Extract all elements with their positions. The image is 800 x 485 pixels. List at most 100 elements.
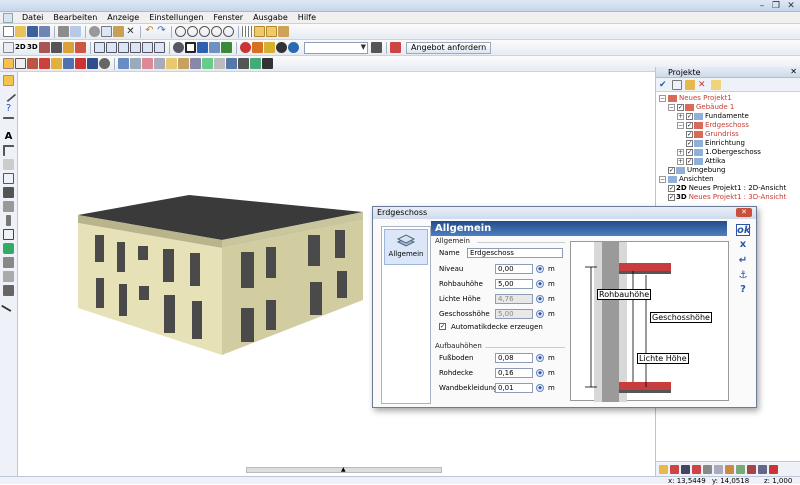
layers-icon[interactable] xyxy=(197,42,208,53)
grid-icon[interactable] xyxy=(242,26,253,37)
tree-expander-icon[interactable]: − xyxy=(677,122,684,129)
undo-icon[interactable]: ↶ xyxy=(144,26,155,37)
tree-item[interactable]: ✓ Umgebung xyxy=(668,166,725,175)
dimension-icon[interactable] xyxy=(130,58,141,69)
menu-bearbeiten[interactable]: Bearbeiten xyxy=(48,12,102,24)
window-tool-icon[interactable] xyxy=(39,58,50,69)
apply-button[interactable]: ↵ xyxy=(736,255,750,267)
properties-icon[interactable] xyxy=(711,79,721,90)
frame-tool-icon[interactable] xyxy=(3,229,14,240)
view-icon[interactable] xyxy=(3,42,14,53)
name-field[interactable]: Erdgeschoss xyxy=(467,248,563,258)
polyline-tool-icon[interactable] xyxy=(3,201,14,212)
stamp-tool-icon[interactable] xyxy=(3,271,14,282)
ortho-icon[interactable] xyxy=(266,26,277,37)
wand-icon[interactable] xyxy=(39,42,50,53)
tree-item[interactable]: ✓ Einrichtung xyxy=(686,139,745,148)
close-icon[interactable]: ✕ xyxy=(785,1,797,11)
menu-ausgabe[interactable]: Ausgabe xyxy=(248,12,293,24)
text-tool-button[interactable]: A xyxy=(0,131,17,143)
column-icon[interactable] xyxy=(75,58,86,69)
tree-checkbox[interactable]: ✓ xyxy=(686,140,693,147)
cancel-button[interactable]: x xyxy=(736,239,750,251)
tree-checkbox[interactable]: ✓ xyxy=(686,158,693,165)
tree-item[interactable]: + ✓ 1.Obergeschoss xyxy=(677,148,761,157)
tree-expander-icon[interactable]: − xyxy=(659,95,666,102)
cut-icon[interactable] xyxy=(89,26,100,37)
spinner-icon[interactable]: ◆ xyxy=(536,265,544,273)
room-icon[interactable] xyxy=(142,58,153,69)
spinner-icon[interactable]: ◆ xyxy=(536,384,544,392)
tree-item[interactable]: − ✓ Gebäude 1 xyxy=(668,103,734,112)
ok-button[interactable]: ok xyxy=(736,224,751,236)
hatch-tool-icon[interactable] xyxy=(3,159,14,170)
catalog-tab-icon[interactable] xyxy=(670,464,679,474)
window-6-icon[interactable] xyxy=(154,42,165,53)
tree-item[interactable]: ✓ Grundriss xyxy=(686,130,739,139)
select-arrow-icon[interactable] xyxy=(3,75,14,86)
tree-item[interactable]: − ✓ Erdgeschoss xyxy=(677,121,749,130)
plant-icon[interactable] xyxy=(202,58,213,69)
value-field[interactable]: 0,16 xyxy=(495,368,533,378)
print-icon[interactable] xyxy=(58,26,69,37)
railing-icon[interactable] xyxy=(214,58,225,69)
ceiling-icon[interactable] xyxy=(190,58,201,69)
lock-icon[interactable] xyxy=(371,42,382,53)
material-icon[interactable] xyxy=(240,42,251,53)
menu-anzeige[interactable]: Anzeige xyxy=(102,12,144,24)
dimension-tool-icon[interactable] xyxy=(3,117,14,128)
zoom-in-icon[interactable] xyxy=(187,26,198,37)
value-field[interactable]: 5,00 xyxy=(495,279,533,289)
plant-tab-icon[interactable] xyxy=(736,464,745,474)
panel-close-icon[interactable]: ✕ xyxy=(790,67,797,77)
maximize-icon[interactable]: ❐ xyxy=(770,1,782,11)
auto-ceiling-checkbox[interactable]: ✓ xyxy=(439,323,446,330)
symbol-tab-icon[interactable] xyxy=(758,464,767,474)
mode-3d-button[interactable]: 3D xyxy=(27,42,38,53)
line-tool-icon[interactable] xyxy=(0,86,17,103)
frame-icon[interactable] xyxy=(185,42,196,53)
delete-item-icon[interactable]: ✕ xyxy=(698,80,708,90)
tree-item[interactable]: ✓ 3D Neues Projekt1 : 3D-Ansicht xyxy=(668,193,786,202)
texture-tab-icon[interactable] xyxy=(703,464,712,474)
rename-icon[interactable] xyxy=(672,79,682,90)
tree-checkbox[interactable]: ✓ xyxy=(686,113,693,120)
menu-einstellungen[interactable]: Einstellungen xyxy=(144,12,208,24)
dialog-close-button[interactable]: ✕ xyxy=(736,208,752,217)
save-icon[interactable] xyxy=(27,26,38,37)
tree-item[interactable]: + ✓ Fundamente xyxy=(677,112,749,121)
layer-tab-icon[interactable] xyxy=(681,464,690,474)
section-icon[interactable] xyxy=(118,58,129,69)
color-icon[interactable] xyxy=(221,42,232,53)
earth-icon[interactable] xyxy=(288,42,299,53)
check-icon[interactable]: ✔ xyxy=(659,80,669,90)
tree-checkbox[interactable]: ✓ xyxy=(686,122,693,129)
delete-icon[interactable]: ✕ xyxy=(125,26,136,37)
edit-tool-icon[interactable] xyxy=(3,257,14,268)
furniture-tab-icon[interactable] xyxy=(747,464,756,474)
value-field[interactable]: 0,00 xyxy=(495,264,533,274)
offer-button[interactable]: Angebot anfordern xyxy=(406,41,492,54)
layers2-icon[interactable] xyxy=(209,42,220,53)
tree-checkbox[interactable]: ✓ xyxy=(668,167,675,174)
tree-expander-icon[interactable]: + xyxy=(677,149,684,156)
snap-icon[interactable] xyxy=(254,26,265,37)
color-tab-icon[interactable] xyxy=(769,464,778,474)
tree-expander-icon[interactable]: − xyxy=(668,104,675,111)
new-folder-icon[interactable] xyxy=(685,79,695,90)
symbol-icon[interactable] xyxy=(238,58,249,69)
door-icon[interactable] xyxy=(51,58,62,69)
anchor-button[interactable]: ⚓ xyxy=(736,270,750,282)
paste-icon[interactable] xyxy=(113,26,124,37)
sun-icon[interactable] xyxy=(276,42,287,53)
zoom-out-icon[interactable] xyxy=(199,26,210,37)
zoom-window-icon[interactable] xyxy=(211,26,222,37)
window-5-icon[interactable] xyxy=(142,42,153,53)
save-all-icon[interactable] xyxy=(39,26,50,37)
tree-expander-icon[interactable]: + xyxy=(677,113,684,120)
window-3-icon[interactable] xyxy=(118,42,129,53)
tree-checkbox[interactable]: ✓ xyxy=(668,194,675,201)
measure-icon[interactable] xyxy=(262,58,273,69)
pen-tool-icon[interactable] xyxy=(0,296,17,313)
copy-icon[interactable] xyxy=(101,26,112,37)
